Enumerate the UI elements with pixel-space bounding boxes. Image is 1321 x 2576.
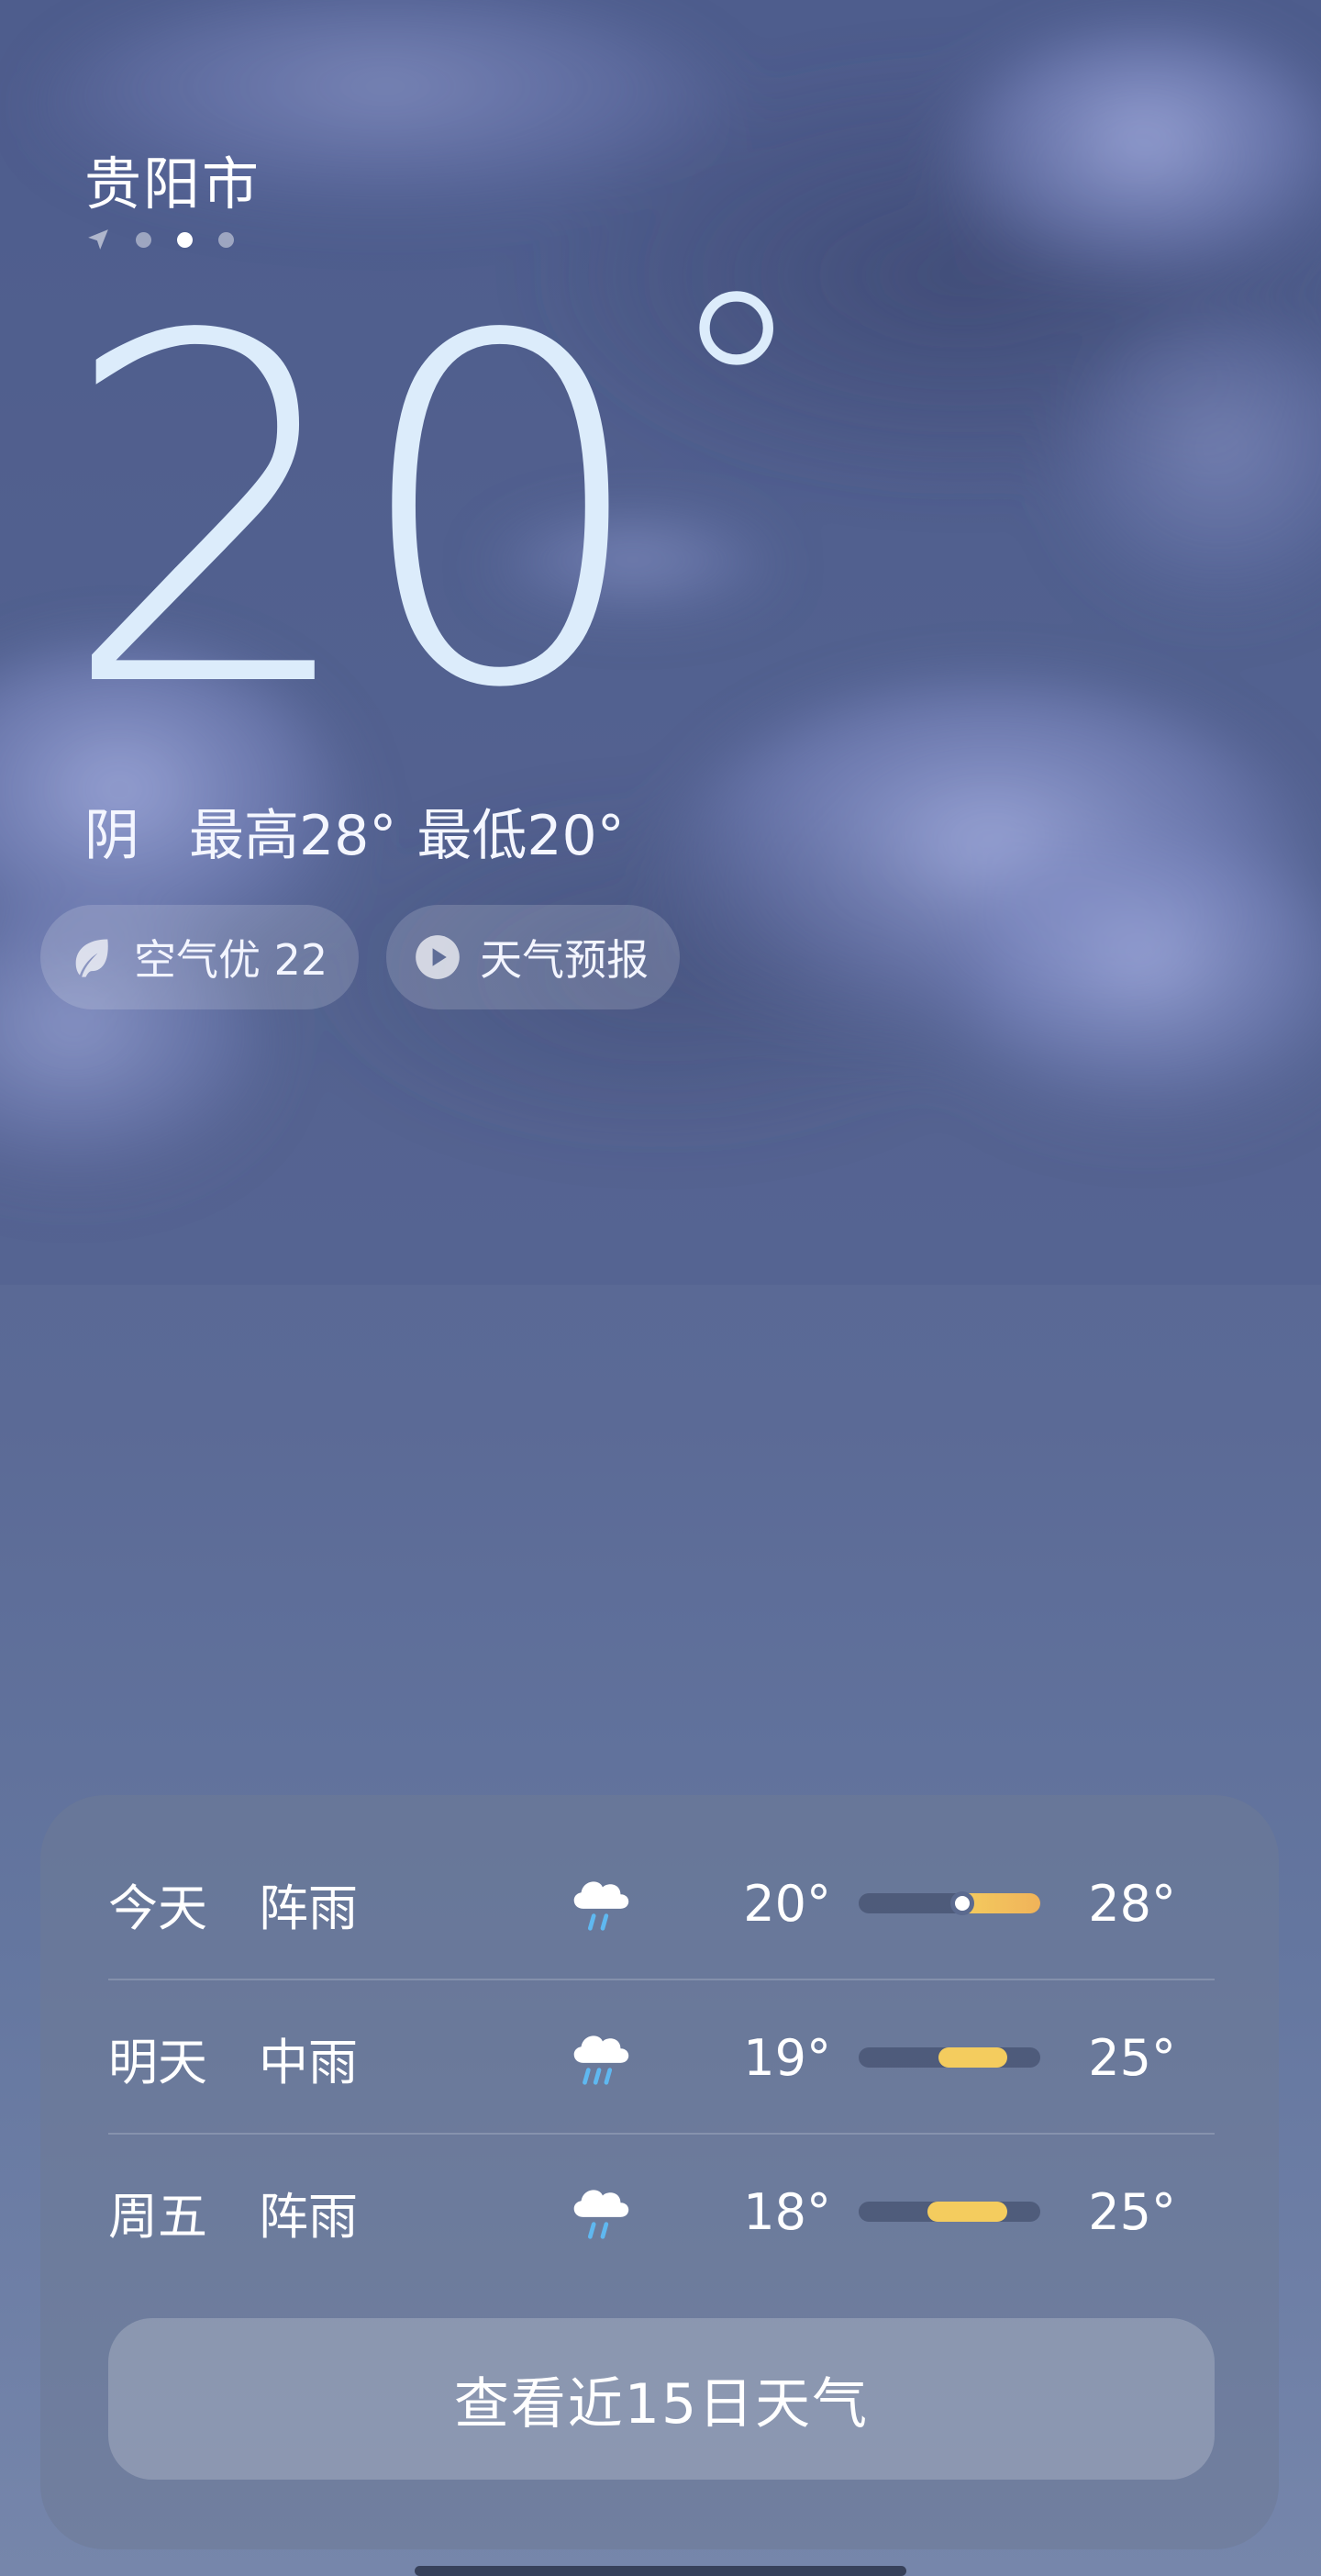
forecast-condition: 阵雨 <box>259 1879 358 1937</box>
forecast-video-label: 天气预报 <box>480 935 649 985</box>
forecast-row[interactable]: 周五 阵雨 18° 25° <box>108 2135 1215 2289</box>
forecast-day: 明天 <box>108 2033 207 2091</box>
weather-screen: 贵阳市 20 ° 阴 最高28° 最低20° 空气优 22 天气预报 今天 阵雨… <box>0 0 1321 2576</box>
forecast-high: 25° <box>1088 2028 1176 2087</box>
temp-range-fill <box>938 2047 1008 2068</box>
forecast-low: 20° <box>743 1874 831 1933</box>
shower-rain-icon <box>565 1866 675 1941</box>
info-chips: 空气优 22 天气预报 <box>40 905 681 1009</box>
forecast-card: 今天 阵雨 20° 28° 明天 中雨 19° 25° 周五 阵雨 18° 25… <box>40 1795 1279 2549</box>
leaf-icon <box>75 939 108 977</box>
high-temp: 最高28° <box>189 804 397 868</box>
temp-range-fill <box>927 2202 1008 2222</box>
home-indicator[interactable] <box>415 2566 906 2576</box>
current-condition: 阴 <box>84 804 139 868</box>
forecast-low: 18° <box>743 2182 831 2241</box>
forecast-condition: 阵雨 <box>259 2187 358 2246</box>
temp-range-bar <box>859 1891 1040 1915</box>
low-temp: 最低20° <box>416 804 625 868</box>
temp-range-bar <box>859 2202 1040 2222</box>
play-icon <box>416 935 460 979</box>
degree-symbol: ° <box>667 234 805 554</box>
current-temperature: 20 ° <box>59 257 805 753</box>
current-condition-line: 阴 最高28° 最低20° <box>84 791 625 871</box>
high-low: 最高28° 最低20° <box>189 791 625 871</box>
forecast-row[interactable]: 明天 中雨 19° 25° <box>108 1980 1215 2135</box>
shower-rain-icon <box>565 2174 675 2249</box>
forecast-high: 25° <box>1088 2182 1176 2241</box>
forecast-low: 19° <box>743 2028 831 2087</box>
air-quality-chip[interactable]: 空气优 22 <box>40 905 360 1009</box>
view-15-day-forecast-button[interactable]: 查看近15日天气 <box>108 2318 1215 2480</box>
current-temp-marker <box>949 1891 974 1915</box>
forecast-condition: 中雨 <box>259 2033 358 2091</box>
forecast-day: 今天 <box>108 1879 207 1937</box>
forecast-day: 周五 <box>108 2187 207 2246</box>
forecast-high: 28° <box>1088 1874 1176 1933</box>
moderate-rain-icon <box>565 2020 675 2095</box>
temp-range-bar <box>859 2047 1040 2068</box>
city-name[interactable]: 贵阳市 <box>84 138 261 220</box>
forecast-video-chip[interactable]: 天气预报 <box>386 905 681 1009</box>
forecast-row[interactable]: 今天 阵雨 20° 28° <box>108 1826 1215 1980</box>
temperature-value: 20 <box>59 236 653 792</box>
air-quality-label: 空气优 22 <box>134 935 328 985</box>
